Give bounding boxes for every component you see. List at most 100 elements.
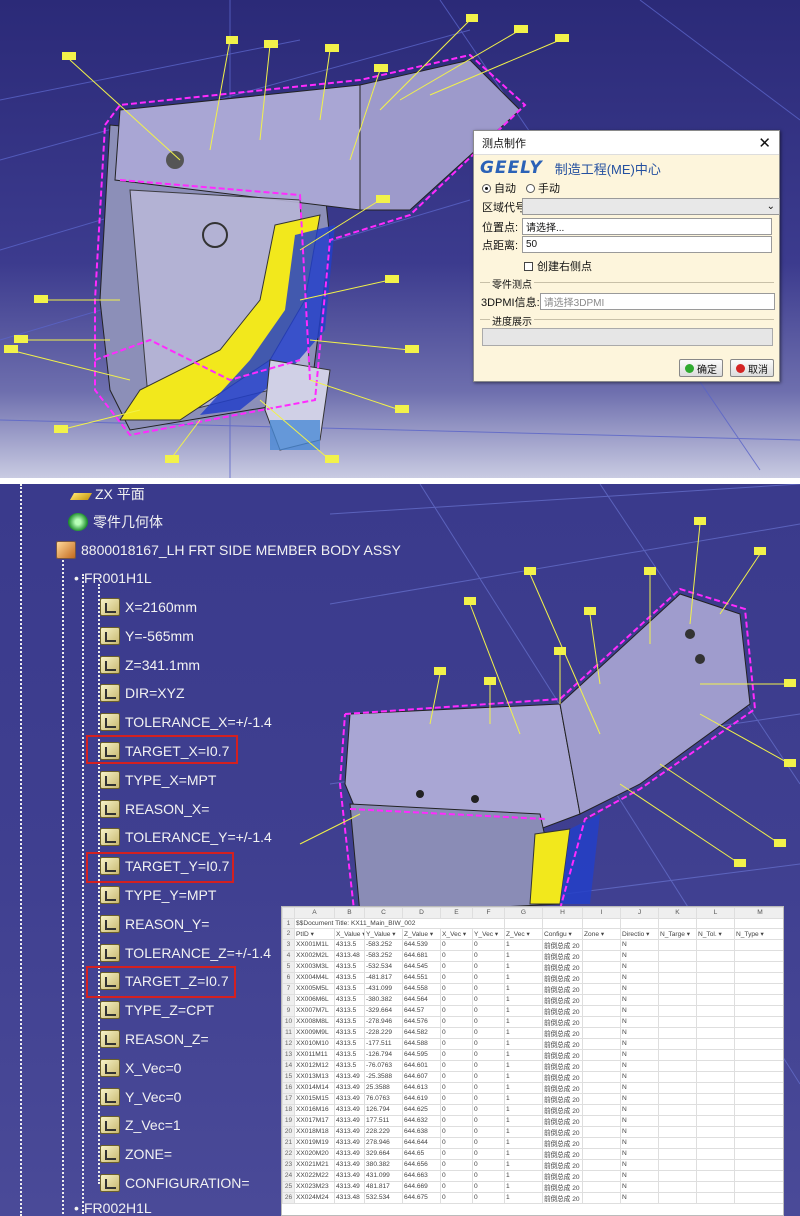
- table-cell[interactable]: 4313.49: [334, 1180, 365, 1193]
- table-cell[interactable]: 0: [440, 1158, 473, 1171]
- table-cell[interactable]: -583.252: [364, 949, 403, 962]
- tree-node-parameter[interactable]: TYPE_X=MPT: [100, 770, 216, 789]
- table-cell[interactable]: [734, 971, 783, 984]
- table-cell[interactable]: -228.229: [364, 1026, 403, 1039]
- table-cell[interactable]: [658, 982, 697, 995]
- table-cell[interactable]: [542, 917, 583, 930]
- table-cell[interactable]: [658, 960, 697, 973]
- table-cell[interactable]: Y_Value ▾: [364, 928, 403, 940]
- table-cell[interactable]: [734, 1169, 783, 1182]
- column-header[interactable]: D: [402, 907, 441, 919]
- column-header[interactable]: A: [294, 907, 335, 919]
- table-cell[interactable]: 644.588: [402, 1037, 441, 1050]
- table-cell[interactable]: N: [620, 1059, 659, 1072]
- table-cell[interactable]: XX024M24: [294, 1191, 335, 1204]
- table-cell[interactable]: 前倒总成 20: [542, 1180, 583, 1193]
- table-cell[interactable]: 0: [440, 1125, 473, 1138]
- table-cell[interactable]: 前倒总成 20: [542, 1081, 583, 1094]
- table-cell[interactable]: [582, 1103, 621, 1116]
- row-number[interactable]: 24: [282, 1169, 295, 1182]
- table-cell[interactable]: 532.534: [364, 1191, 403, 1204]
- table-cell[interactable]: 0: [472, 949, 505, 962]
- table-cell[interactable]: [582, 1092, 621, 1105]
- table-cell[interactable]: 4313.49: [334, 1081, 365, 1094]
- table-cell[interactable]: [734, 1191, 783, 1204]
- table-cell[interactable]: Z_Vec ▾: [504, 928, 543, 940]
- table-cell[interactable]: 4313.49: [334, 1147, 365, 1160]
- table-cell[interactable]: [734, 1147, 783, 1160]
- table-cell[interactable]: -431.099: [364, 982, 403, 995]
- table-cell[interactable]: Z_Value ▾: [402, 928, 441, 940]
- table-cell[interactable]: [734, 1059, 783, 1072]
- table-cell[interactable]: 1: [504, 993, 543, 1006]
- distance-field[interactable]: 50: [522, 236, 772, 253]
- table-cell[interactable]: XX023M23: [294, 1180, 335, 1193]
- table-cell[interactable]: [658, 1081, 697, 1094]
- table-cell[interactable]: 431.099: [364, 1169, 403, 1182]
- table-cell[interactable]: 0: [472, 960, 505, 973]
- table-cell[interactable]: 1: [504, 960, 543, 973]
- row-number[interactable]: 14: [282, 1059, 295, 1072]
- table-cell[interactable]: [582, 1191, 621, 1204]
- row-number[interactable]: 25: [282, 1180, 295, 1193]
- table-cell[interactable]: 0: [440, 960, 473, 973]
- table-cell[interactable]: 0: [440, 982, 473, 995]
- tree-node-parameter[interactable]: Z_Vec=1: [100, 1116, 181, 1135]
- table-cell[interactable]: 0: [472, 1191, 505, 1204]
- table-cell[interactable]: 0: [440, 971, 473, 984]
- table-cell[interactable]: [582, 1081, 621, 1094]
- table-cell[interactable]: 4313.49: [334, 1103, 365, 1116]
- table-cell[interactable]: [734, 1158, 783, 1171]
- table-cell[interactable]: [658, 971, 697, 984]
- table-cell[interactable]: 25.3588: [364, 1081, 403, 1094]
- table-cell[interactable]: 前倒总成 20: [542, 949, 583, 962]
- table-cell[interactable]: XX018M18: [294, 1125, 335, 1138]
- table-cell[interactable]: Configu ▾: [542, 928, 583, 940]
- table-cell[interactable]: 644.675: [402, 1191, 441, 1204]
- table-cell[interactable]: 0: [472, 1048, 505, 1061]
- table-cell[interactable]: X_Value ▾: [334, 928, 365, 940]
- table-cell[interactable]: XX017M17: [294, 1114, 335, 1127]
- column-header[interactable]: L: [696, 907, 735, 919]
- table-cell[interactable]: 0: [440, 1114, 473, 1127]
- table-cell[interactable]: [696, 1070, 735, 1083]
- table-cell[interactable]: 0: [440, 1180, 473, 1193]
- column-header[interactable]: G: [504, 907, 543, 919]
- row-number[interactable]: 9: [282, 1004, 295, 1017]
- table-cell[interactable]: 644.65: [402, 1147, 441, 1160]
- table-cell[interactable]: [734, 938, 783, 951]
- table-cell[interactable]: 0: [472, 1136, 505, 1149]
- row-number[interactable]: 21: [282, 1136, 295, 1149]
- row-number[interactable]: 16: [282, 1081, 295, 1094]
- table-cell[interactable]: 76.0763: [364, 1092, 403, 1105]
- table-cell[interactable]: 1: [504, 1103, 543, 1116]
- row-number[interactable]: 8: [282, 993, 295, 1006]
- table-cell[interactable]: 前倒总成 20: [542, 1114, 583, 1127]
- table-cell[interactable]: [658, 1048, 697, 1061]
- table-cell[interactable]: [582, 1125, 621, 1138]
- table-cell[interactable]: 0: [472, 1081, 505, 1094]
- tree-node-parameter[interactable]: Z=341.1mm: [100, 655, 200, 674]
- table-cell[interactable]: 4313.49: [334, 1092, 365, 1105]
- table-cell[interactable]: [504, 917, 543, 930]
- table-cell[interactable]: XX006M6L: [294, 993, 335, 1006]
- table-cell[interactable]: N: [620, 1191, 659, 1204]
- table-cell[interactable]: XX003M3L: [294, 960, 335, 973]
- table-cell[interactable]: [696, 960, 735, 973]
- table-cell[interactable]: N: [620, 1103, 659, 1116]
- table-cell[interactable]: [582, 960, 621, 973]
- table-cell[interactable]: XX008M8L: [294, 1015, 335, 1028]
- table-cell[interactable]: [582, 1048, 621, 1061]
- tree-node-parameter[interactable]: ZONE=: [100, 1145, 172, 1164]
- table-cell[interactable]: 644.607: [402, 1070, 441, 1083]
- table-cell[interactable]: -380.382: [364, 993, 403, 1006]
- table-cell[interactable]: 644.681: [402, 949, 441, 962]
- table-cell[interactable]: X_Vec ▾: [440, 928, 473, 940]
- table-cell[interactable]: 1: [504, 982, 543, 995]
- table-cell[interactable]: [696, 1059, 735, 1072]
- tree-node-parameter[interactable]: X_Vec=0: [100, 1058, 181, 1077]
- table-cell[interactable]: XX004M4L: [294, 971, 335, 984]
- table-cell[interactable]: N_Targe ▾: [658, 928, 697, 940]
- table-cell[interactable]: XX014M14: [294, 1081, 335, 1094]
- table-cell[interactable]: 前倒总成 20: [542, 960, 583, 973]
